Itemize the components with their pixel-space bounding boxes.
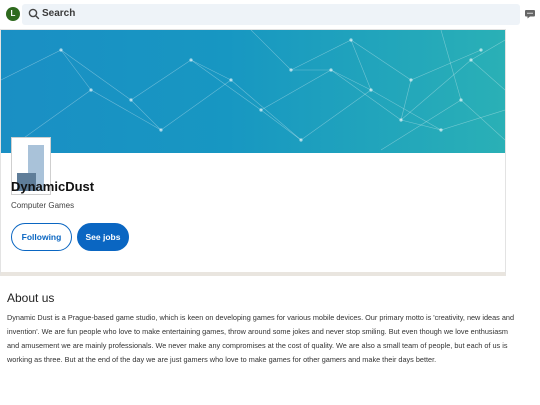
- user-avatar[interactable]: L: [6, 7, 20, 21]
- following-button[interactable]: Following: [11, 223, 72, 251]
- search-icon: [28, 8, 40, 20]
- messaging-icon[interactable]: [524, 8, 536, 20]
- search-label: Search: [42, 8, 76, 19]
- company-card: DynamicDust Computer Games Following See…: [0, 29, 506, 276]
- cover-banner: [1, 30, 505, 153]
- search-bar[interactable]: Search: [22, 4, 520, 25]
- about-heading: About us: [7, 291, 55, 305]
- network-pattern: [1, 30, 505, 151]
- company-name: DynamicDust: [11, 179, 95, 194]
- company-industry: Computer Games: [11, 201, 75, 210]
- top-bar: L Search: [0, 0, 540, 30]
- about-text: Dynamic Dust is a Prague-based game stud…: [7, 313, 515, 364]
- see-jobs-button[interactable]: See jobs: [77, 223, 129, 251]
